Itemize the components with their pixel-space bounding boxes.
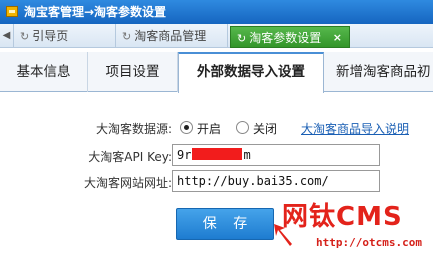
tab-add-product[interactable]: 新增淘客商品初: [324, 52, 433, 92]
page-tab-strip: ◀ ↻ 引导页 ↻ 淘客商品管理 ↻ 淘客参数设置 ×: [0, 24, 433, 48]
page-tab-label: 淘客参数设置: [249, 31, 322, 45]
api-key-label: 大淘客API Key:: [88, 150, 172, 164]
scroll-left-icon[interactable]: ◀: [0, 24, 14, 48]
site-url-field[interactable]: http://buy.bai35.com/: [172, 170, 380, 192]
tab-external-import[interactable]: 外部数据导入设置: [178, 52, 324, 93]
window-title: 淘宝客管理→淘客参数设置: [24, 5, 167, 19]
page-tab-products[interactable]: ↻ 淘客商品管理: [116, 24, 228, 48]
refresh-icon[interactable]: ↻: [237, 32, 246, 45]
data-source-label: 大淘客数据源:: [95, 122, 172, 136]
site-url-label: 大淘客网站网址:: [83, 176, 172, 190]
redaction-mark: [192, 148, 243, 160]
radio-disable[interactable]: [236, 121, 249, 134]
api-key-field[interactable]: 9r m: [172, 144, 380, 166]
page-tab-guide[interactable]: ↻ 引导页: [14, 24, 116, 48]
radio-enable[interactable]: [180, 121, 193, 134]
tab-project-settings[interactable]: 项目设置: [88, 52, 178, 92]
close-icon[interactable]: ×: [333, 27, 342, 49]
import-help-link[interactable]: 大淘客商品导入说明: [301, 120, 409, 137]
window-titlebar: 淘宝客管理→淘客参数设置: [0, 0, 433, 24]
radio-disable-label[interactable]: 关闭: [253, 120, 277, 137]
watermark-brand: 网钛CMS: [282, 202, 403, 232]
page-tab-label: 引导页: [32, 29, 69, 43]
save-button[interactable]: 保 存: [176, 208, 274, 240]
api-key-prefix: 9r: [177, 148, 192, 162]
api-key-suffix: m: [243, 148, 251, 162]
watermark-url: http://otcms.com: [316, 236, 422, 249]
section-tabs: 基本信息 项目设置 外部数据导入设置 新增淘客商品初: [0, 52, 433, 93]
radio-enable-label[interactable]: 开启: [197, 120, 221, 137]
folder-icon: [6, 6, 18, 17]
tab-basic-info[interactable]: 基本信息: [0, 52, 88, 92]
page-tab-settings[interactable]: ↻ 淘客参数设置 ×: [230, 26, 350, 48]
refresh-icon[interactable]: ↻: [20, 30, 29, 43]
refresh-icon[interactable]: ↻: [122, 30, 131, 43]
page-tab-label: 淘客商品管理: [134, 29, 207, 43]
